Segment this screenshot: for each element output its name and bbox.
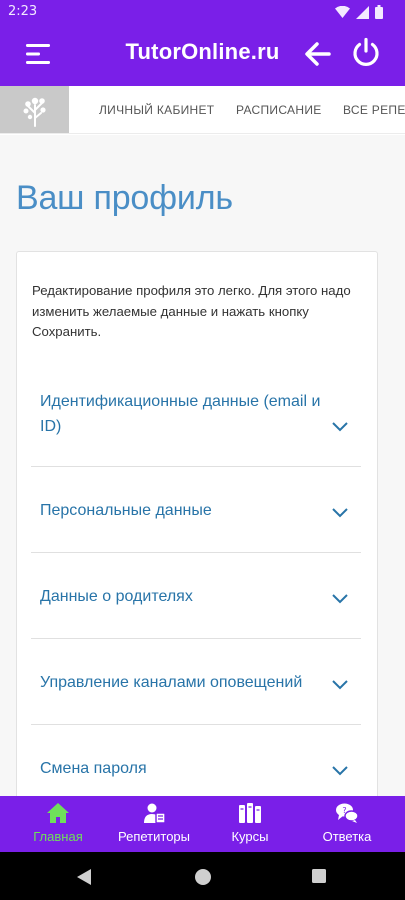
back-triangle-icon[interactable]: [76, 868, 92, 886]
section-notifications[interactable]: Управление каналами оповещений: [31, 639, 361, 725]
section-label: Данные о родителях: [40, 588, 193, 605]
top-nav: ЛИЧНЫЙ КАБИНЕТ РАСПИСАНИЕ ВСЕ РЕПЕТ: [0, 86, 405, 134]
chevron-down-icon: [332, 594, 348, 604]
status-icons: [335, 5, 383, 19]
signal-icon: [356, 5, 369, 19]
arrow-left-icon[interactable]: [302, 38, 334, 70]
chevron-down-icon: [332, 508, 348, 518]
nav-link-all-tutors[interactable]: ВСЕ РЕПЕТ: [343, 103, 405, 117]
power-icon[interactable]: [350, 36, 382, 68]
status-time: 2:23: [8, 4, 38, 19]
page-title: Ваш профиль: [16, 179, 233, 217]
recents-square-icon[interactable]: [311, 868, 327, 884]
bottom-nav-courses[interactable]: Курсы: [200, 796, 300, 852]
bottom-nav-label: Курсы: [231, 829, 269, 844]
bottom-nav-tutors[interactable]: Репетиторы: [98, 796, 210, 852]
wifi-icon: [335, 6, 350, 18]
profile-card: Редактирование профиля это легко. Для эт…: [16, 251, 378, 796]
section-password[interactable]: Смена пароля: [31, 725, 361, 796]
battery-icon: [375, 5, 383, 19]
home-icon: [47, 803, 69, 823]
bottom-nav-label: Репетиторы: [118, 829, 190, 844]
section-identification[interactable]: Идентификационные данные (email и ID): [31, 376, 361, 467]
section-label: Смена пароля: [40, 760, 147, 777]
svg-text:?: ?: [342, 806, 346, 815]
tree-logo-icon: [23, 97, 46, 127]
app-title: TutorOnline.ru: [125, 39, 280, 64]
app-bar: TutorOnline.ru: [0, 24, 405, 86]
home-circle-icon[interactable]: [194, 868, 212, 886]
tutor-icon: [144, 803, 166, 824]
chevron-down-icon: [332, 766, 348, 776]
chat-icon: ?: [336, 803, 359, 823]
bottom-nav: Главная Репетиторы Курсы ? Ответка: [0, 796, 405, 852]
status-bar: 2:23: [0, 0, 405, 24]
section-label: Персональные данные: [40, 502, 212, 519]
section-personal[interactable]: Персональные данные: [31, 467, 361, 553]
chevron-down-icon: [332, 680, 348, 690]
nav-link-schedule[interactable]: РАСПИСАНИЕ: [236, 103, 322, 117]
bottom-nav-answers[interactable]: ? Ответка: [292, 796, 402, 852]
system-nav-bar: [0, 852, 405, 900]
section-label: Идентификационные данные (email и ID): [40, 393, 321, 435]
books-icon: [239, 803, 261, 823]
bottom-nav-label: Ответка: [322, 829, 372, 844]
site-logo[interactable]: [0, 86, 69, 133]
nav-link-cabinet[interactable]: ЛИЧНЫЙ КАБИНЕТ: [99, 103, 214, 117]
main-content: Ваш профиль Редактирование профиля это л…: [0, 135, 405, 796]
section-parents[interactable]: Данные о родителях: [31, 553, 361, 639]
profile-intro-text: Редактирование профиля это легко. Для эт…: [32, 283, 351, 339]
section-label: Управление каналами оповещений: [40, 674, 303, 691]
chevron-down-icon: [332, 422, 348, 432]
